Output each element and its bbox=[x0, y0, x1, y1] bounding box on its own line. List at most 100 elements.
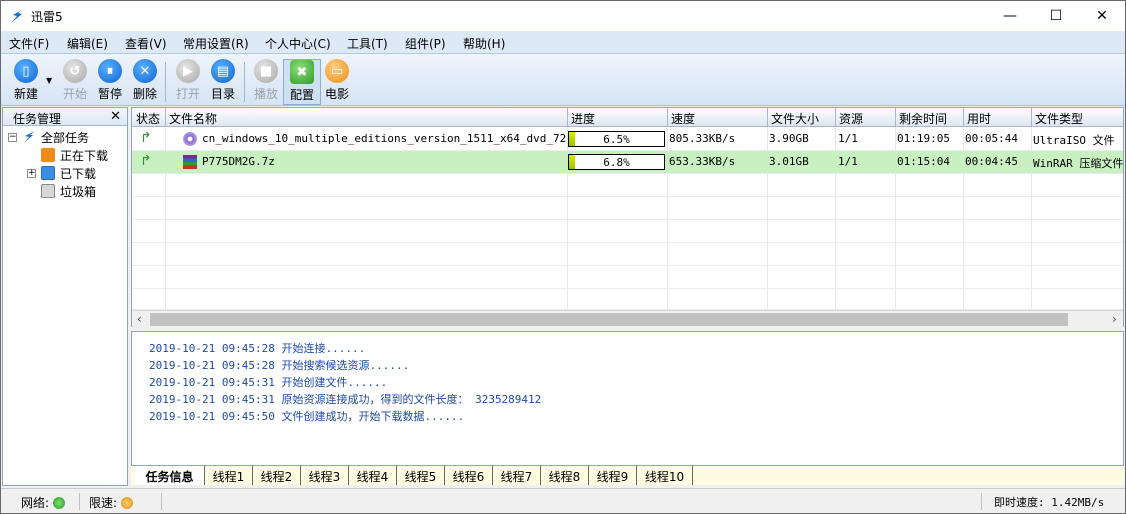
menu-help[interactable]: 帮助(H) bbox=[463, 35, 505, 52]
downloading-arrow-icon: ↱ bbox=[140, 130, 152, 146]
task-management-panel: 任务管理 ✕ − 全部任务 正在下载 + 已下载 垃圾箱 bbox=[2, 107, 128, 486]
delete-label: 删除 bbox=[132, 87, 157, 101]
tree-downloading-label: 正在下载 bbox=[60, 148, 109, 163]
col-speed[interactable]: 速度 bbox=[671, 110, 695, 127]
tree-downloaded-label: 已下载 bbox=[60, 166, 97, 181]
delete-icon: ✕ bbox=[133, 59, 157, 83]
progress-text: 6.8% bbox=[603, 156, 630, 169]
new-button[interactable]: ▯ 新建 bbox=[7, 59, 45, 105]
config-button[interactable]: ✖ 配置 bbox=[283, 59, 321, 105]
menu-edit[interactable]: 编辑(E) bbox=[67, 35, 108, 52]
file-size: 3.90GB bbox=[769, 132, 809, 145]
menu-plugins[interactable]: 组件(P) bbox=[405, 35, 446, 52]
tree-trash[interactable]: 垃圾箱 bbox=[41, 182, 96, 200]
directory-button[interactable]: ▤ 目录 bbox=[204, 59, 242, 105]
movie-button[interactable]: ▭ 电影 bbox=[318, 59, 356, 105]
delete-button[interactable]: ✕ 删除 bbox=[126, 59, 164, 105]
log-line: 2019-10-21 09:45:50 文件创建成功，开始下载数据...... bbox=[149, 410, 465, 423]
main-area: 状态 文件名称 进度 速度 文件大小 资源 剩余时间 用时 文件类型 ↱ cn_… bbox=[131, 107, 1124, 486]
tab-task-info[interactable]: 任务信息 bbox=[135, 466, 205, 485]
tab-thread-10[interactable]: 线程10 bbox=[637, 466, 693, 485]
col-elapsed[interactable]: 用时 bbox=[967, 110, 991, 127]
start-button[interactable]: ↺ 开始 bbox=[56, 59, 94, 105]
open-label: 打开 bbox=[175, 87, 200, 101]
col-status[interactable]: 状态 bbox=[136, 110, 160, 127]
tv-icon: ▭ bbox=[325, 59, 349, 83]
col-remaining[interactable]: 剩余时间 bbox=[899, 110, 947, 127]
col-sources[interactable]: 资源 bbox=[839, 110, 863, 127]
scroll-right-icon[interactable]: › bbox=[1112, 312, 1117, 326]
scroll-thumb[interactable] bbox=[150, 313, 1068, 326]
expand-icon[interactable]: + bbox=[27, 169, 36, 178]
toolbar: ▯ 新建 ▼ ↺ 开始 ⏸ 暂停 ✕ 删除 ▶ 打开 ▤ 目录 ■ 播放 ✖ 配… bbox=[1, 54, 1125, 106]
empty-row bbox=[132, 174, 1123, 197]
maximize-button[interactable]: ☐ bbox=[1033, 1, 1079, 31]
panel-close-icon[interactable]: ✕ bbox=[110, 109, 121, 124]
close-button[interactable]: ✕ bbox=[1079, 1, 1125, 31]
tree-downloaded[interactable]: 已下载 bbox=[41, 164, 96, 182]
downloading-icon bbox=[41, 148, 55, 162]
menu-personal[interactable]: 个人中心(C) bbox=[265, 35, 331, 52]
play-button[interactable]: ■ 播放 bbox=[247, 59, 285, 105]
menu-view[interactable]: 查看(V) bbox=[125, 35, 167, 52]
downloaded-check-icon bbox=[41, 166, 55, 180]
file-type: WinRAR 压缩文件 bbox=[1033, 157, 1123, 170]
tab-thread-8[interactable]: 线程8 bbox=[541, 466, 589, 485]
tab-thread-5[interactable]: 线程5 bbox=[397, 466, 445, 485]
downloading-arrow-icon: ↱ bbox=[140, 153, 152, 169]
pause-label: 暂停 bbox=[97, 87, 122, 101]
table-row[interactable]: ↱ P775DM2G.7z 6.8% 653.33KB/s 3.01GB 1/1… bbox=[132, 151, 1123, 174]
tree-downloading[interactable]: 正在下载 bbox=[41, 146, 108, 164]
pause-button[interactable]: ⏸ 暂停 bbox=[91, 59, 129, 105]
start-label: 开始 bbox=[62, 87, 87, 101]
toolbar-separator bbox=[165, 62, 166, 102]
network-status: 网络: bbox=[21, 494, 65, 511]
elapsed-time: 00:05:44 bbox=[965, 132, 1018, 145]
menu-tools[interactable]: 工具(T) bbox=[347, 35, 388, 52]
minimize-button[interactable]: — bbox=[987, 1, 1033, 31]
tab-thread-1[interactable]: 线程1 bbox=[205, 466, 253, 485]
col-type[interactable]: 文件类型 bbox=[1035, 110, 1083, 127]
progress-bar: 6.5% bbox=[568, 131, 665, 147]
main-window: 迅雷5 — ☐ ✕ 文件(F) 编辑(E) 查看(V) 常用设置(R) 个人中心… bbox=[0, 0, 1126, 514]
network-label: 网络: bbox=[21, 496, 50, 510]
tab-thread-3[interactable]: 线程3 bbox=[301, 466, 349, 485]
iso-disc-icon bbox=[183, 132, 197, 146]
empty-row bbox=[132, 289, 1123, 310]
log-line: 2019-10-21 09:45:28 开始搜索候选资源...... bbox=[149, 359, 410, 372]
menu-file[interactable]: 文件(F) bbox=[9, 35, 49, 52]
collapse-icon[interactable]: − bbox=[8, 133, 17, 142]
empty-row bbox=[132, 243, 1123, 266]
col-filename[interactable]: 文件名称 bbox=[169, 110, 217, 127]
menu-settings[interactable]: 常用设置(R) bbox=[183, 35, 249, 52]
movie-label: 电影 bbox=[324, 87, 349, 101]
tree-all-tasks[interactable]: 全部任务 bbox=[22, 128, 89, 146]
horizontal-scrollbar[interactable]: ‹ › bbox=[132, 310, 1123, 327]
speed: 653.33KB/s bbox=[669, 155, 736, 168]
tree-all-label: 全部任务 bbox=[41, 130, 90, 145]
tab-thread-6[interactable]: 线程6 bbox=[445, 466, 493, 485]
new-file-icon: ▯ bbox=[14, 59, 38, 83]
open-icon: ▶ bbox=[176, 59, 200, 83]
tab-thread-7[interactable]: 线程7 bbox=[493, 466, 541, 485]
tab-thread-2[interactable]: 线程2 bbox=[253, 466, 301, 485]
new-dropdown-icon[interactable]: ▼ bbox=[46, 76, 52, 85]
new-label: 新建 bbox=[13, 87, 38, 101]
speed-limit-gauge-icon[interactable] bbox=[120, 497, 133, 509]
scroll-left-icon[interactable]: ‹ bbox=[137, 312, 142, 326]
empty-row bbox=[132, 266, 1123, 289]
table-row[interactable]: ↱ cn_windows_10_multiple_editions_versio… bbox=[132, 128, 1123, 151]
task-list: 状态 文件名称 进度 速度 文件大小 资源 剩余时间 用时 文件类型 ↱ cn_… bbox=[131, 107, 1124, 327]
instant-speed: 即时速度: 1.42MB/s bbox=[994, 496, 1105, 509]
file-name: P775DM2G.7z bbox=[202, 155, 275, 168]
tab-thread-4[interactable]: 线程4 bbox=[349, 466, 397, 485]
panel-header: 任务管理 ✕ bbox=[3, 108, 127, 126]
tab-thread-9[interactable]: 线程9 bbox=[589, 466, 637, 485]
log-line: 2019-10-21 09:45:31 原始资源连接成功，得到的文件长度： 32… bbox=[149, 393, 542, 406]
open-button[interactable]: ▶ 打开 bbox=[169, 59, 207, 105]
speed-limit[interactable]: 限速: bbox=[89, 494, 133, 511]
col-size[interactable]: 文件大小 bbox=[771, 110, 819, 127]
col-progress[interactable]: 进度 bbox=[571, 110, 595, 127]
network-ok-icon bbox=[52, 497, 65, 509]
tree-trash-label: 垃圾箱 bbox=[60, 184, 97, 199]
